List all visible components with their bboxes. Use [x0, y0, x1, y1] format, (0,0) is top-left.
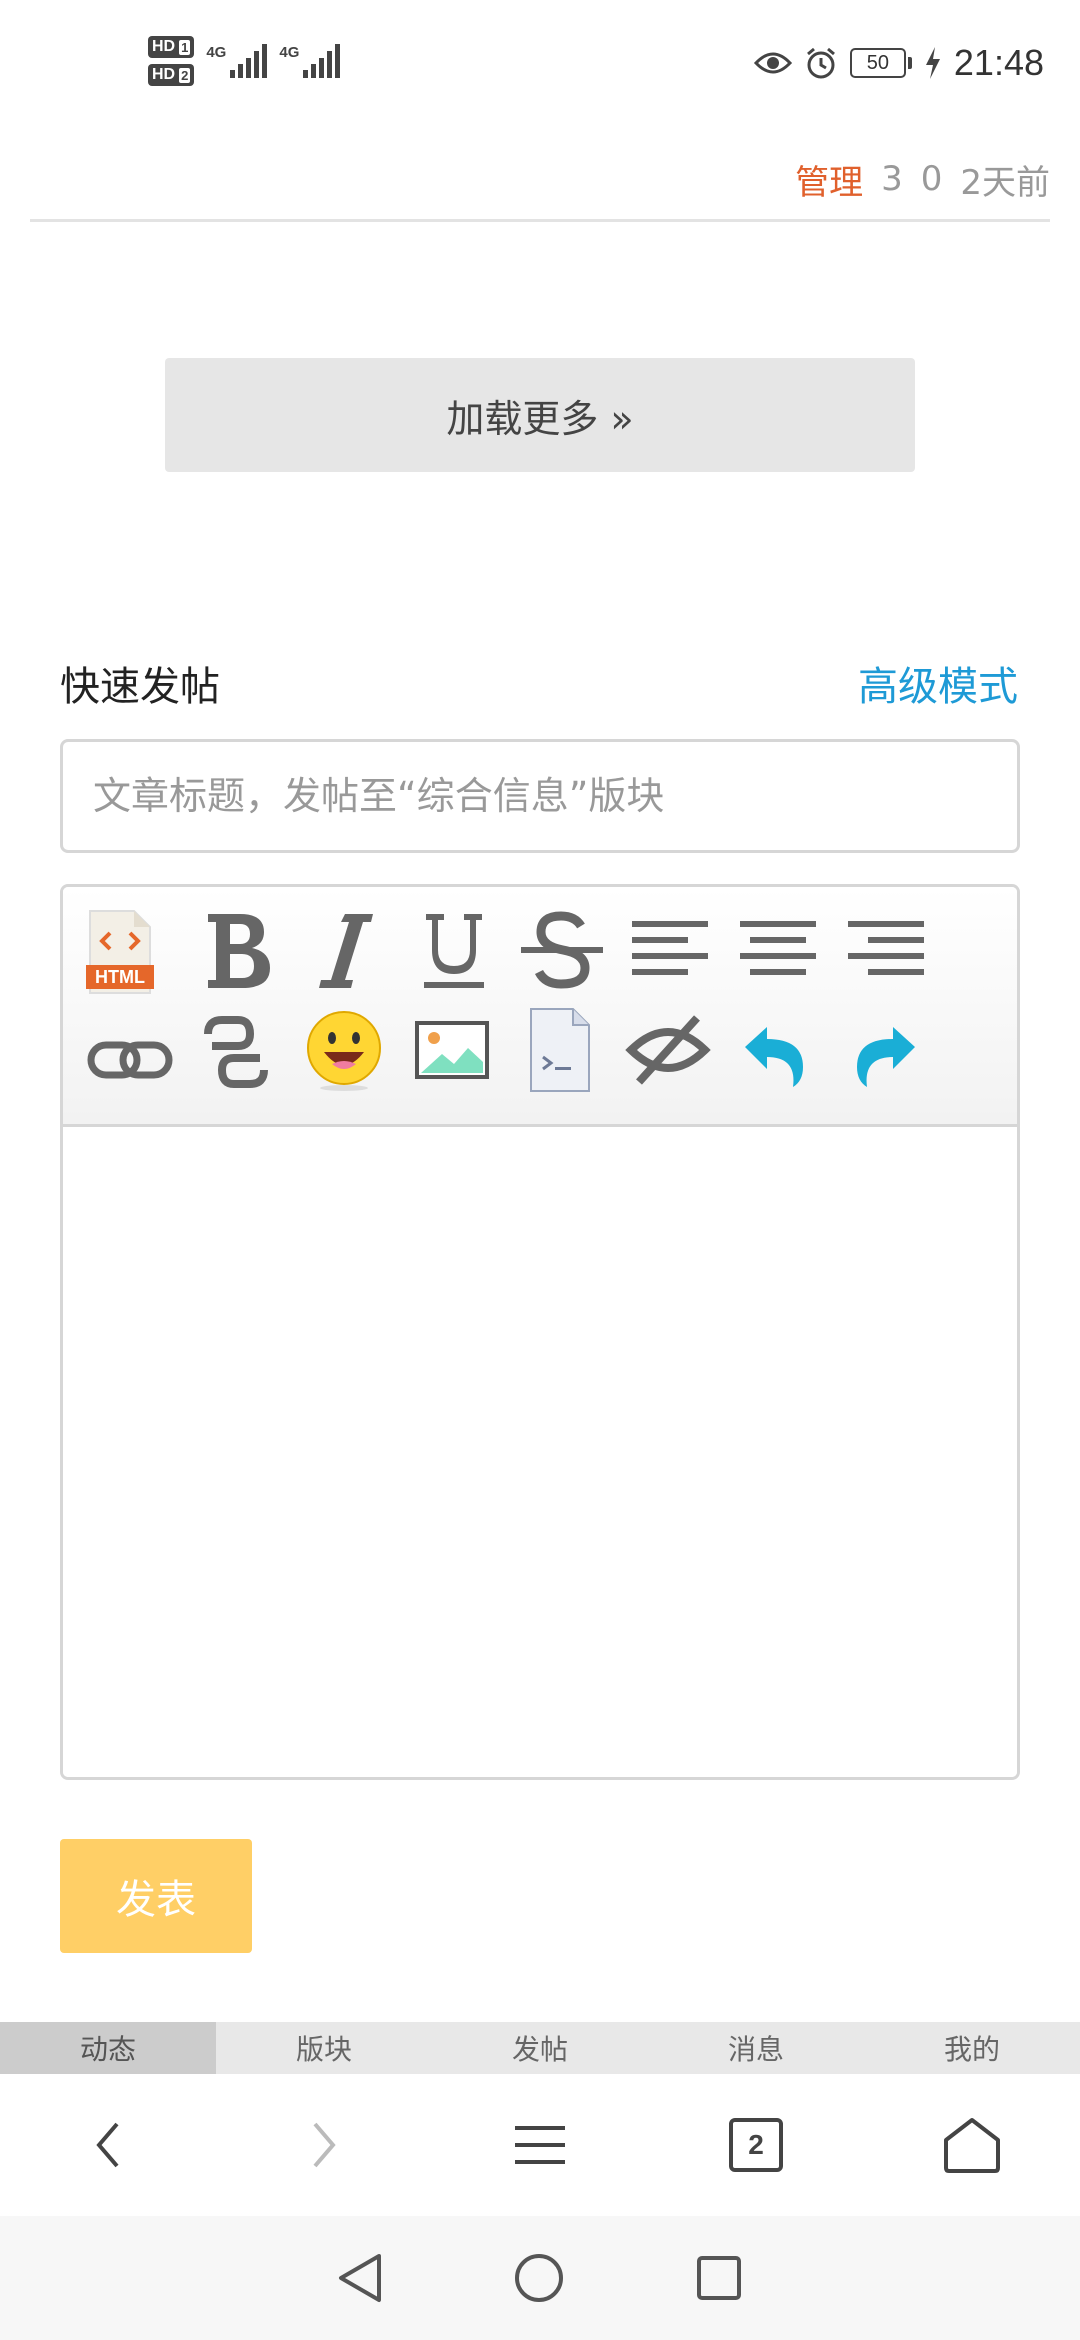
signal-2: 4G: [279, 44, 341, 78]
battery-icon: 50: [849, 48, 912, 78]
bold-icon: [208, 914, 270, 988]
thread-meta: 管理 3 0 2天前: [795, 154, 1050, 204]
underline-icon: [424, 914, 484, 988]
hd-badge-1: HD 1: [148, 36, 195, 58]
editor-content[interactable]: [63, 1127, 1017, 1777]
underline-button[interactable]: [409, 905, 499, 995]
advanced-mode-link[interactable]: 高级模式: [858, 654, 1018, 712]
tab-sections[interactable]: 版块: [216, 2022, 432, 2074]
image-button[interactable]: [407, 1005, 497, 1095]
unlink-button[interactable]: [191, 1007, 281, 1097]
link-button[interactable]: [85, 1015, 175, 1105]
svg-text:HTML: HTML: [95, 967, 145, 987]
italic-button[interactable]: [301, 905, 391, 995]
align-right-icon: [848, 921, 924, 975]
meta-count-1: 3: [881, 159, 903, 199]
redo-button[interactable]: [839, 1011, 929, 1101]
submit-button[interactable]: 发表: [60, 1839, 252, 1953]
undo-icon: [745, 1027, 803, 1087]
strikethrough-button[interactable]: [517, 905, 607, 995]
load-more-button[interactable]: 加载更多 »: [165, 358, 915, 472]
status-right: 50 21:48: [753, 42, 1044, 84]
recents-square-icon[interactable]: [695, 2254, 743, 2302]
signal-bars-icon: [230, 44, 268, 78]
html-button[interactable]: HTML: [75, 907, 165, 997]
status-bar: HD 1 HD 2 4G 4G 50 21:48: [0, 0, 1080, 132]
hidden-eye-icon: [625, 1015, 711, 1085]
code-button[interactable]: [515, 1005, 605, 1095]
link-icon: [87, 1041, 173, 1079]
post-editor: HTML: [60, 884, 1020, 1780]
signal-bars-icon: [303, 44, 341, 78]
strikethrough-icon: [521, 911, 603, 989]
bottom-tab-nav: 动态 版块 发帖 消息 我的: [0, 2022, 1080, 2074]
redo-icon: [857, 1027, 915, 1087]
align-left-icon: [632, 921, 708, 975]
home-circle-icon[interactable]: [513, 2252, 565, 2304]
hamburger-icon: [515, 2126, 565, 2164]
meta-time: 2天前: [960, 162, 1050, 203]
image-icon: [415, 1021, 489, 1079]
system-nav-bar: [0, 2216, 1080, 2340]
unlink-icon: [204, 1016, 268, 1088]
hd-badge-2: HD 2: [148, 64, 195, 86]
tab-post[interactable]: 发帖: [432, 2022, 648, 2074]
hd-indicators: HD 1 HD 2: [148, 36, 195, 86]
quick-post-title: 快速发帖: [60, 664, 220, 710]
italic-icon: [319, 914, 373, 988]
smiley-icon: [307, 1011, 381, 1091]
status-left: HD 1 HD 2 4G 4G: [148, 36, 352, 86]
home-button[interactable]: [864, 2074, 1080, 2216]
clock: 21:48: [953, 42, 1044, 83]
forward-button[interactable]: [216, 2074, 432, 2216]
signal-1: 4G: [206, 44, 268, 78]
align-center-icon: [740, 921, 816, 975]
meta-count-2: 0: [920, 159, 943, 199]
charging-icon: [925, 47, 940, 79]
post-title-input[interactable]: [60, 739, 1020, 853]
menu-button[interactable]: [432, 2074, 648, 2216]
alarm-icon: [806, 47, 835, 79]
bold-button[interactable]: [193, 905, 283, 995]
back-triangle-icon[interactable]: [337, 2252, 383, 2304]
home-icon: [944, 2118, 1000, 2173]
chevron-left-icon: [96, 2122, 119, 2168]
tab-messages[interactable]: 消息: [648, 2022, 864, 2074]
tab-dynamics[interactable]: 动态: [0, 2022, 216, 2074]
divider: [30, 219, 1050, 222]
chevron-right-icon: [313, 2122, 336, 2168]
editor-toolbar: HTML: [63, 887, 1017, 1127]
back-button[interactable]: [0, 2074, 216, 2216]
align-left-button[interactable]: [625, 905, 715, 995]
tab-count-icon: 2: [729, 2118, 783, 2172]
emoji-button[interactable]: [299, 1005, 389, 1095]
align-right-button[interactable]: [841, 905, 931, 995]
manage-link[interactable]: 管理: [795, 155, 863, 204]
tab-mine[interactable]: 我的: [864, 2022, 1080, 2074]
align-center-button[interactable]: [733, 905, 823, 995]
browser-toolbar: 2: [0, 2074, 1080, 2216]
code-file-icon: [530, 1008, 590, 1092]
html-icon: HTML: [86, 910, 154, 994]
hide-button[interactable]: [623, 1005, 713, 1095]
undo-button[interactable]: [731, 1011, 821, 1101]
tabs-button[interactable]: 2: [648, 2074, 864, 2216]
eye-icon: [753, 52, 792, 74]
